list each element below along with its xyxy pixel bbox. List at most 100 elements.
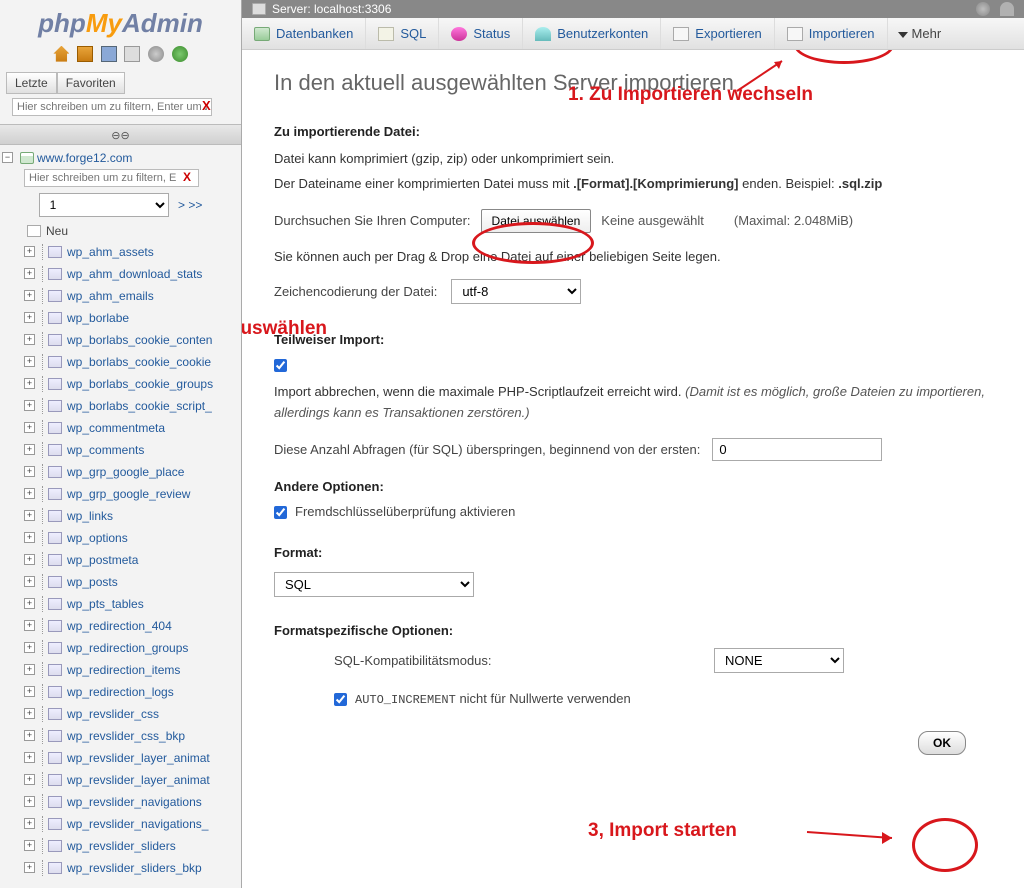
clear-table-filter-icon[interactable]: X <box>183 170 191 184</box>
expand-icon[interactable]: + <box>24 840 35 851</box>
file-select-button[interactable]: Datei auswählen <box>481 209 592 233</box>
table-row[interactable]: +wp_revslider_navigations <box>2 791 239 813</box>
logout-icon[interactable] <box>77 46 93 62</box>
expand-icon[interactable]: + <box>24 466 35 477</box>
expand-icon[interactable]: + <box>24 620 35 631</box>
table-row[interactable]: +wp_borlabs_cookie_cookie <box>2 351 239 373</box>
expand-icon[interactable]: + <box>24 290 35 301</box>
logo[interactable]: phpMyAdmin <box>0 0 241 43</box>
fk-checkbox[interactable] <box>274 506 287 519</box>
skip-input[interactable] <box>712 438 882 461</box>
tree-pager: 1 > >> <box>2 189 239 221</box>
expand-icon[interactable]: + <box>24 708 35 719</box>
table-filter-input[interactable] <box>24 169 199 187</box>
table-row[interactable]: +wp_revslider_layer_animat <box>2 747 239 769</box>
topnav-sql[interactable]: SQL <box>366 18 439 49</box>
pager-next[interactable]: > >> <box>178 198 202 212</box>
nav-panel-icon[interactable] <box>124 46 140 62</box>
table-row[interactable]: +wp_revslider_css_bkp <box>2 725 239 747</box>
table-row[interactable]: + wp_grp_google_place <box>2 461 239 483</box>
topnav-datenbanken[interactable]: Datenbanken <box>242 18 366 49</box>
tree-root-db[interactable]: − www.forge12.com <box>2 149 239 167</box>
table-row[interactable]: +wp_pts_tables <box>2 593 239 615</box>
topnav-benutzerkonten[interactable]: Benutzerkonten <box>523 18 661 49</box>
expand-icon[interactable]: + <box>24 312 35 323</box>
ok-button[interactable]: OK <box>918 731 966 755</box>
home-icon[interactable] <box>53 46 69 62</box>
table-name: wp_revslider_css <box>67 707 159 721</box>
expand-icon[interactable]: + <box>24 378 35 389</box>
table-row[interactable]: +wp_links <box>2 505 239 527</box>
table-row[interactable]: +wp_borlabs_cookie_groups <box>2 373 239 395</box>
table-row[interactable]: +wp_revslider_navigations_ <box>2 813 239 835</box>
expand-icon[interactable]: + <box>24 598 35 609</box>
expand-icon[interactable]: + <box>24 774 35 785</box>
expand-icon[interactable]: + <box>24 532 35 543</box>
page-settings-icon[interactable] <box>976 2 990 16</box>
tab-favorites[interactable]: Favoriten <box>57 72 125 94</box>
table-row[interactable]: +wp_borlabe <box>2 307 239 329</box>
clear-filter-icon[interactable]: X <box>202 98 211 113</box>
db-filter-input[interactable] <box>12 98 212 116</box>
table-row[interactable]: +wp_redirection_404 <box>2 615 239 637</box>
page-select[interactable]: 1 <box>39 193 169 217</box>
table-row[interactable]: +wp_grp_google_review <box>2 483 239 505</box>
table-row[interactable]: +wp_ahm_assets <box>2 241 239 263</box>
table-row[interactable]: +wp_ahm_emails <box>2 285 239 307</box>
expand-icon[interactable]: + <box>24 268 35 279</box>
table-row[interactable]: +wp_comments <box>2 439 239 461</box>
table-row[interactable]: +wp_ahm_download_stats <box>2 263 239 285</box>
autoinc-checkbox[interactable] <box>334 693 347 706</box>
compat-select[interactable]: NONE <box>714 648 844 673</box>
table-name: wp_grp_google_place <box>67 465 184 479</box>
table-row[interactable]: +wp_redirection_items <box>2 659 239 681</box>
topnav-exportieren[interactable]: Exportieren <box>661 18 774 49</box>
table-row[interactable]: +wp_commentmeta <box>2 417 239 439</box>
expand-icon[interactable]: + <box>24 246 35 257</box>
expand-icon[interactable]: + <box>24 400 35 411</box>
expand-icon[interactable]: + <box>24 334 35 345</box>
format-select[interactable]: SQL <box>274 572 474 597</box>
collapse-icon[interactable]: − <box>2 152 13 163</box>
topnav-more[interactable]: Mehr <box>888 18 952 49</box>
table-row[interactable]: +wp_posts <box>2 571 239 593</box>
docs-icon[interactable] <box>101 46 117 62</box>
expand-icon[interactable]: + <box>24 510 35 521</box>
collapse-nav-icon[interactable] <box>1000 2 1014 16</box>
expand-icon[interactable]: + <box>24 796 35 807</box>
expand-icon[interactable]: + <box>24 664 35 675</box>
expand-icon[interactable]: + <box>24 356 35 367</box>
table-row[interactable]: +wp_borlabs_cookie_script_ <box>2 395 239 417</box>
settings-icon[interactable] <box>148 46 164 62</box>
expand-icon[interactable]: + <box>24 686 35 697</box>
expand-icon[interactable]: + <box>24 444 35 455</box>
charset-select[interactable]: utf-8 <box>451 279 581 304</box>
table-icon <box>48 356 62 368</box>
tab-recent[interactable]: Letzte <box>6 72 57 94</box>
expand-icon[interactable]: + <box>24 576 35 587</box>
table-row[interactable]: +wp_revslider_sliders <box>2 835 239 857</box>
recent-link-bar[interactable]: ⊖⊖ <box>0 124 241 145</box>
table-row[interactable]: +wp_redirection_logs <box>2 681 239 703</box>
topnav-status[interactable]: Status <box>439 18 523 49</box>
partial-checkbox[interactable] <box>274 359 287 372</box>
expand-icon[interactable]: + <box>24 752 35 763</box>
expand-icon[interactable]: + <box>24 862 35 873</box>
table-row[interactable]: +wp_borlabs_cookie_conten <box>2 329 239 351</box>
expand-icon[interactable]: + <box>24 730 35 741</box>
table-icon <box>48 290 62 302</box>
table-row[interactable]: +wp_postmeta <box>2 549 239 571</box>
new-table-link[interactable]: Neu <box>2 221 239 241</box>
expand-icon[interactable]: + <box>24 488 35 499</box>
expand-icon[interactable]: + <box>24 818 35 829</box>
reload-icon[interactable] <box>172 46 188 62</box>
table-row[interactable]: +wp_revslider_sliders_bkp <box>2 857 239 879</box>
table-row[interactable]: +wp_revslider_layer_animat <box>2 769 239 791</box>
table-row[interactable]: + wp_revslider_css <box>2 703 239 725</box>
expand-icon[interactable]: + <box>24 554 35 565</box>
table-row[interactable]: +wp_options <box>2 527 239 549</box>
expand-icon[interactable]: + <box>24 642 35 653</box>
topnav-importieren[interactable]: Importieren <box>775 18 888 49</box>
table-row[interactable]: +wp_redirection_groups <box>2 637 239 659</box>
expand-icon[interactable]: + <box>24 422 35 433</box>
